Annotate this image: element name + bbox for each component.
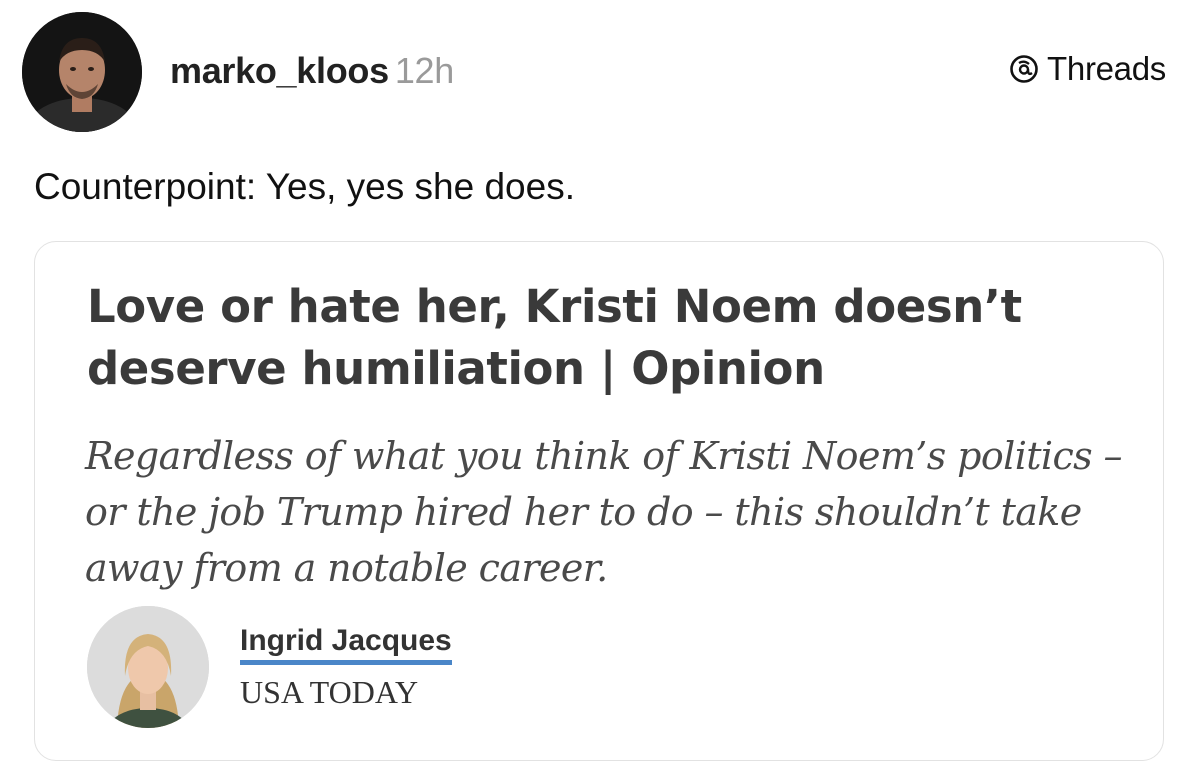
username-link[interactable]: marko_kloos [170, 50, 389, 91]
author-photo-image [87, 606, 209, 728]
post-text: Counterpoint: Yes, yes she does. [34, 166, 575, 207]
author-name-link[interactable]: Ingrid Jacques [240, 624, 452, 665]
post-header: marko_kloos 12h [170, 50, 454, 92]
user-avatar-image [22, 12, 142, 132]
article-headline: Love or hate her, Kristi Noem doesn’t de… [87, 280, 1022, 395]
article-deck: Regardless of what you think of Kristi N… [85, 434, 1123, 590]
author-outlet: USA TODAY [240, 674, 419, 710]
threads-brand[interactable]: Threads [1009, 50, 1166, 88]
post-timestamp: 12h [394, 50, 454, 91]
threads-logo-icon [1010, 55, 1038, 83]
link-preview-card[interactable]: Love or hate her, Kristi Noem doesn’t de… [34, 241, 1164, 761]
user-avatar[interactable] [22, 12, 142, 132]
threads-brand-label: Threads [1047, 50, 1166, 87]
author-photo [87, 606, 209, 728]
